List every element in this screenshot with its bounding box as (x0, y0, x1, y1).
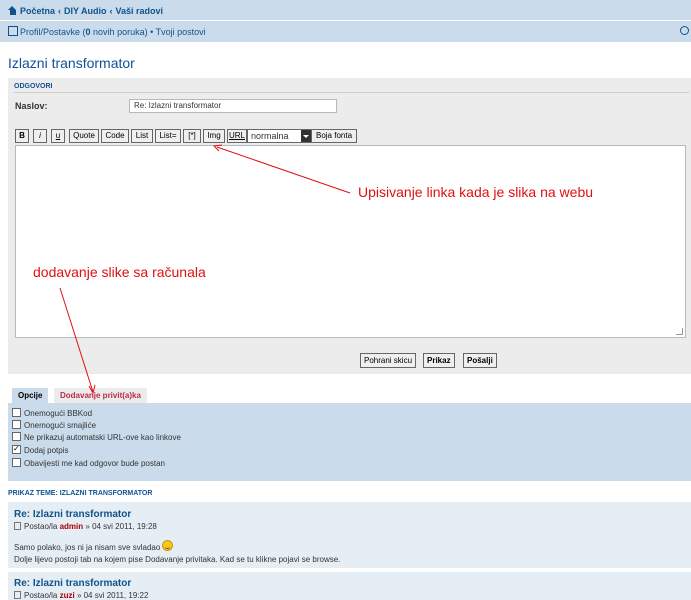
annotation-arrows (59, 144, 351, 395)
annotation-web-image: Upisivanje linka kada je slika na webu (358, 184, 594, 200)
annotation-arrow-local (59, 287, 94, 393)
annotation-local-image: dodavanje slike sa računala (33, 264, 206, 280)
annotation-arrow-web (216, 146, 351, 194)
